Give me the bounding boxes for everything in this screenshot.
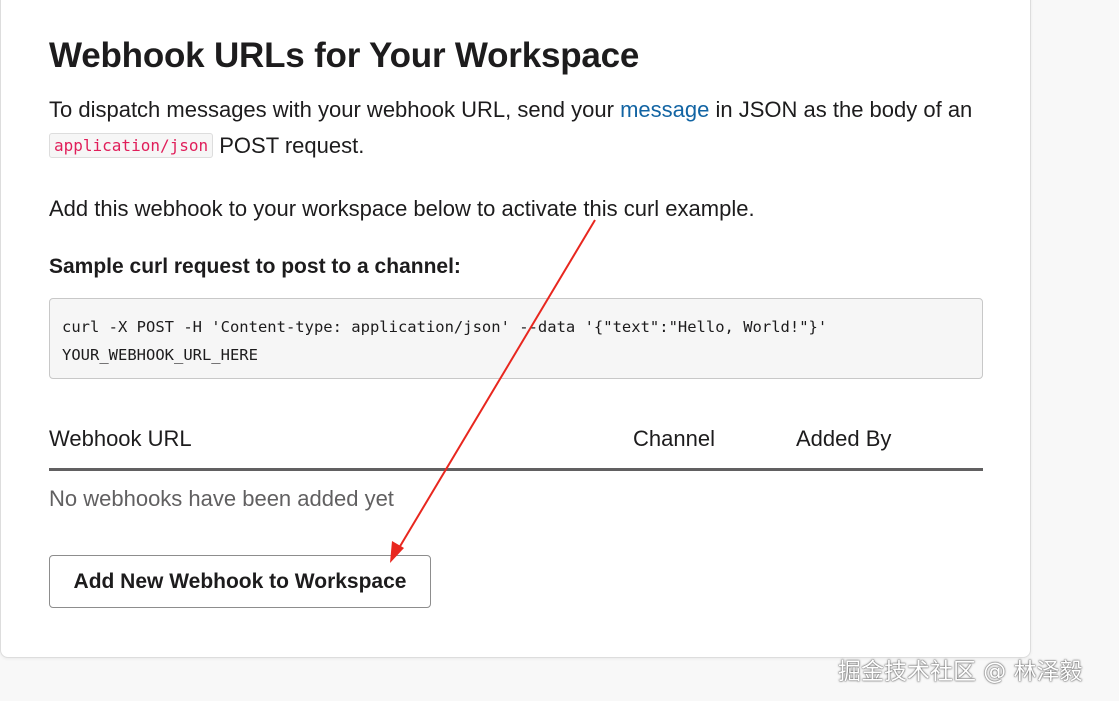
intro-paragraph: To dispatch messages with your webhook U… — [49, 92, 989, 166]
column-added-by: Added By — [796, 426, 892, 451]
intro-text-middle: in JSON as the body of an — [709, 97, 973, 122]
column-webhook-url: Webhook URL — [49, 426, 192, 451]
intro-text-end: POST request. — [213, 133, 365, 158]
activate-note: Add this webhook to your workspace below… — [49, 196, 755, 221]
webhooks-table-header: Webhook URL Channel Added By — [49, 420, 983, 471]
message-link[interactable]: message — [620, 97, 709, 122]
watermark-text: 掘金技术社区 @ 林泽毅 — [838, 659, 1083, 685]
page-title: Webhook URLs for Your Workspace — [49, 36, 640, 75]
sample-curl-heading: Sample curl request to post to a channel… — [49, 255, 461, 278]
page: Webhook URLs for Your Workspace To dispa… — [0, 0, 1119, 701]
side-gutter — [1032, 0, 1119, 701]
column-channel: Channel — [633, 426, 715, 451]
curl-code-block: curl -X POST -H 'Content-type: applicati… — [49, 298, 983, 379]
empty-table-message: No webhooks have been added yet — [49, 486, 394, 511]
content-type-code: application/json — [49, 133, 214, 158]
intro-text-start: To dispatch messages with your webhook U… — [49, 97, 621, 122]
add-new-webhook-button[interactable]: Add New Webhook to Workspace — [49, 555, 431, 608]
